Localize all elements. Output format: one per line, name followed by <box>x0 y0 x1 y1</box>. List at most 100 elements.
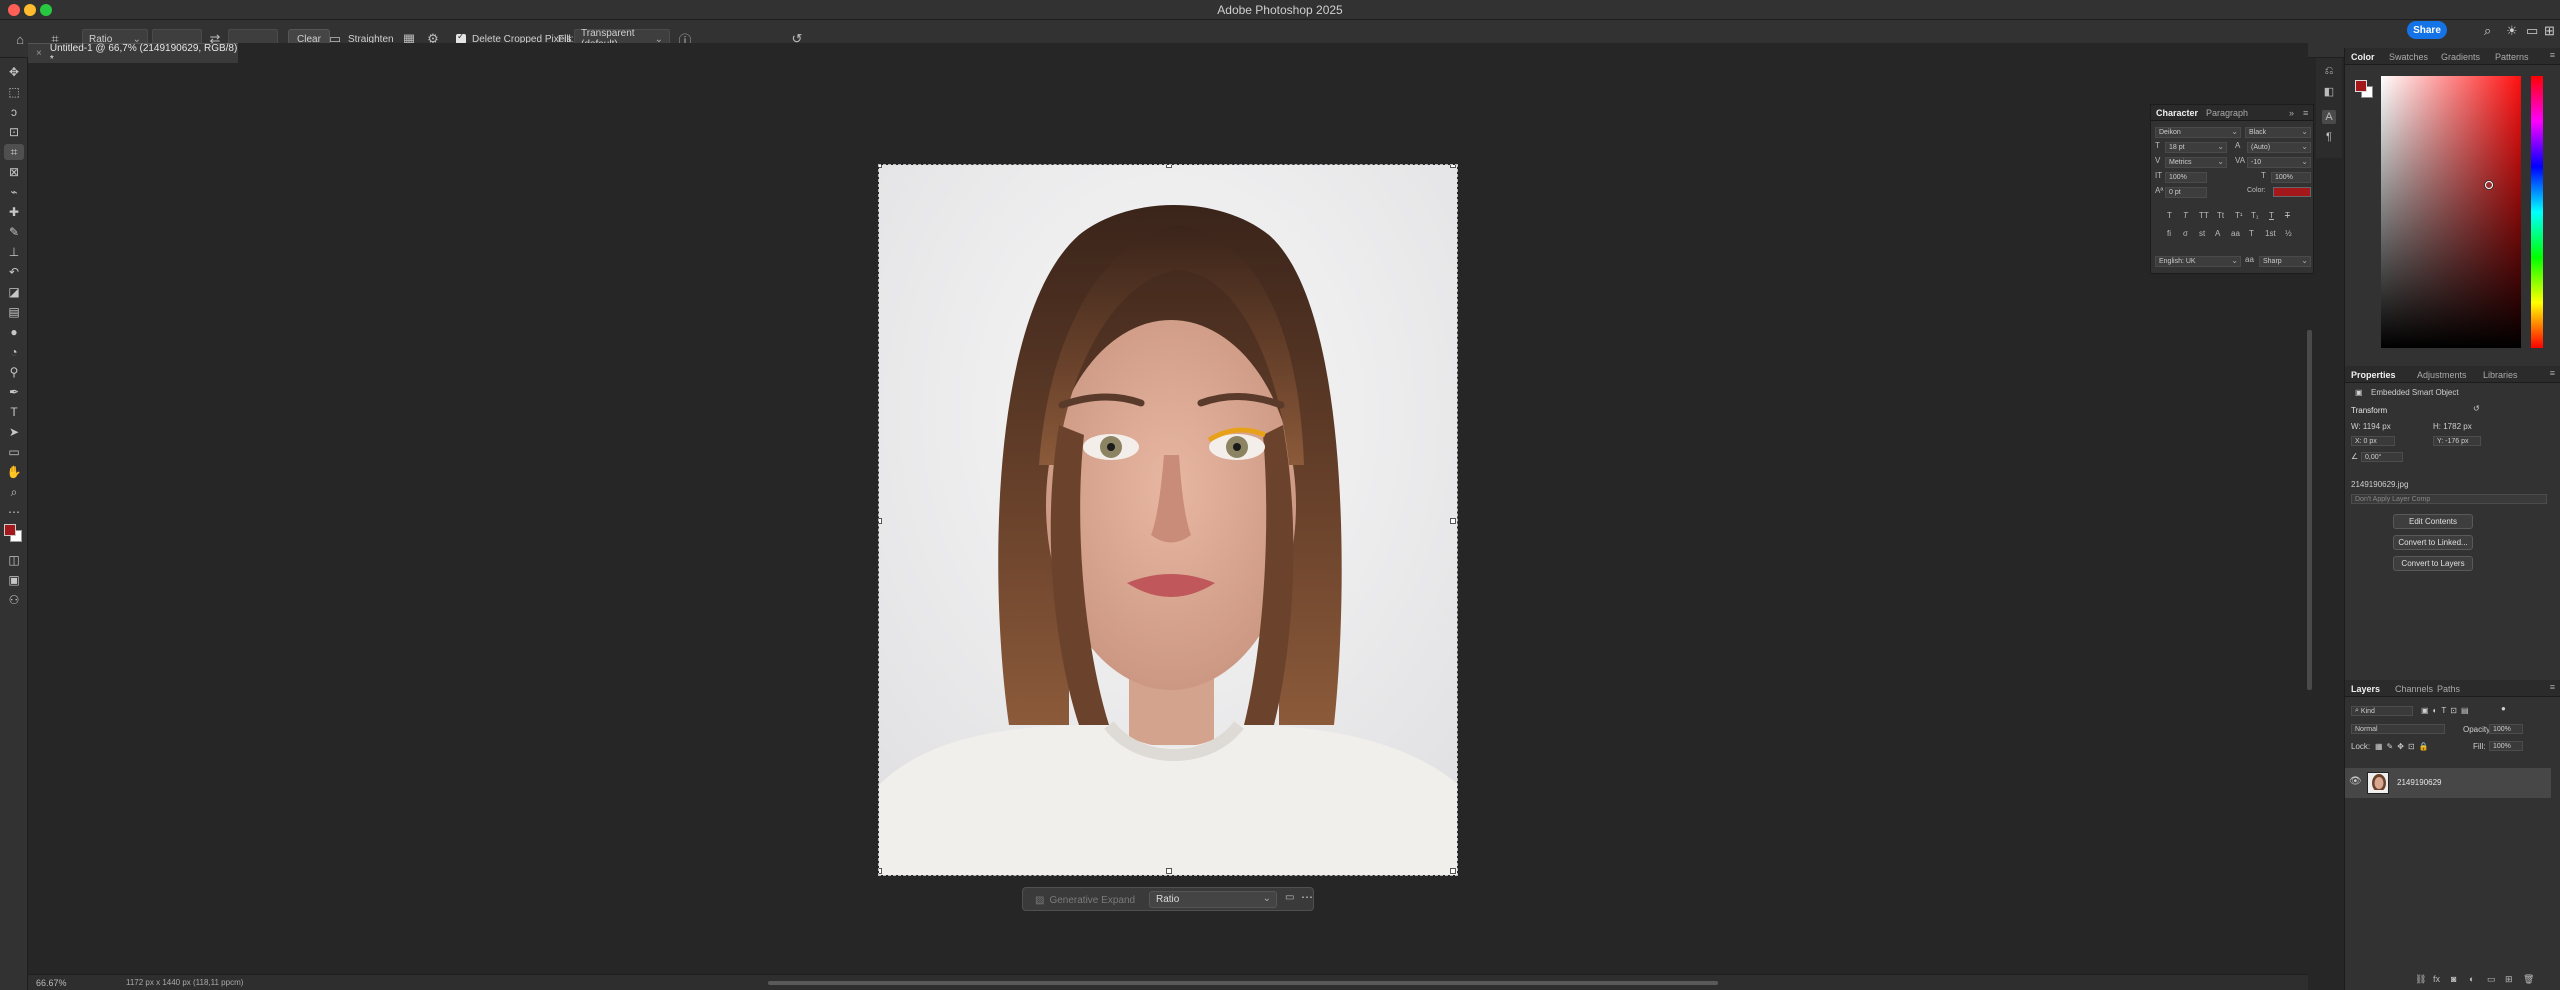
layers-panel-menu-icon[interactable]: ≡ <box>2550 682 2555 692</box>
move-tool-icon[interactable]: ✥ <box>4 64 24 80</box>
ordinals-icon[interactable]: 1st <box>2265 229 2276 238</box>
text-color-swatch[interactable] <box>2273 187 2311 197</box>
healing-brush-tool-icon[interactable]: ✚ <box>4 204 24 220</box>
baseline-shift-field[interactable]: 0 pt <box>2165 187 2207 198</box>
reset-transform-icon[interactable]: ↺ <box>2473 404 2480 413</box>
color-panel-menu-icon[interactable]: ≡ <box>2550 50 2555 60</box>
sponge-tool-icon[interactable]: ⚲ <box>4 364 24 380</box>
faux-italic-icon[interactable]: T <box>2183 211 2188 220</box>
share-button[interactable]: Share <box>2407 21 2447 39</box>
hand-tool-icon[interactable]: ✋ <box>4 464 24 480</box>
hue-slider[interactable] <box>2531 76 2543 348</box>
swash-icon[interactable]: A <box>2215 229 2220 238</box>
convert-to-layers-button[interactable]: Convert to Layers <box>2393 556 2473 571</box>
marquee-tool-icon[interactable]: ⬚ <box>4 84 24 100</box>
width-value[interactable]: W: 1194 px <box>2351 422 2391 431</box>
fill-field[interactable]: 100% <box>2489 741 2523 751</box>
crop-tool-icon[interactable]: ⌗ <box>4 144 24 160</box>
vertical-scrollbar[interactable] <box>2307 330 2312 690</box>
arrange-icon[interactable]: ⊞ <box>2544 23 2555 39</box>
clone-stamp-tool-icon[interactable]: ⊥ <box>4 244 24 260</box>
lock-options-icons[interactable]: ▦✎✥⊡🔒 <box>2375 742 2433 751</box>
layer-style-icon[interactable]: fx <box>2433 974 2440 984</box>
subscript-icon[interactable]: T₁ <box>2251 211 2259 220</box>
history-panel-icon[interactable]: ⎌ <box>2322 64 2336 78</box>
more-tools-icon[interactable]: ⋯ <box>4 504 24 520</box>
angle-field[interactable]: 0,00° <box>2361 452 2403 462</box>
adjustment-layer-icon[interactable]: ◐ <box>2469 974 2474 984</box>
edit-contents-button[interactable]: Edit Contents <box>2393 514 2473 529</box>
opacity-field[interactable]: 100% <box>2489 724 2523 734</box>
taskbar-ratio-dropdown[interactable]: Ratio <box>1149 891 1277 908</box>
document-info[interactable]: 1172 px x 1440 px (118,11 ppcm) <box>126 978 243 987</box>
search-icon[interactable]: ⌕ <box>2484 23 2491 39</box>
tab-paths[interactable]: Paths <box>2437 684 2460 694</box>
collapse-panel-icon[interactable]: » <box>2289 108 2294 118</box>
stylistic-alternates-icon[interactable]: aa <box>2231 229 2240 238</box>
eyedropper-tool-icon[interactable]: ⌁ <box>4 184 24 200</box>
generative-expand-button[interactable]: ▨ Generative Expand <box>1035 892 1165 908</box>
blur-tool-icon[interactable]: ● <box>4 324 24 340</box>
brush-tool-icon[interactable]: ✎ <box>4 224 24 240</box>
ligatures-icon[interactable]: fi <box>2167 229 2171 238</box>
crop-handle-top-right[interactable] <box>1450 165 1456 168</box>
discretionary-ligatures-icon[interactable]: st <box>2199 229 2205 238</box>
tab-channels[interactable]: Channels <box>2395 684 2433 694</box>
gradient-tool-icon[interactable]: ▤ <box>4 304 24 320</box>
kerning-field[interactable]: Metrics <box>2165 157 2227 168</box>
leading-field[interactable]: (Auto) <box>2247 142 2311 153</box>
more-options-icon[interactable]: ⋯ <box>1301 890 1313 904</box>
titling-alternates-icon[interactable]: T <box>2249 229 2254 238</box>
panel-menu-icon[interactable]: ≡ <box>2303 108 2308 118</box>
history-brush-tool-icon[interactable]: ↶ <box>4 264 24 280</box>
filter-toggle-icon[interactable]: ● <box>2501 704 2506 713</box>
y-position-field[interactable]: Y: -176 px <box>2433 436 2481 446</box>
tab-color[interactable]: Color <box>2351 52 2375 62</box>
crop-handle-top[interactable] <box>1166 165 1172 168</box>
color-picker-marker[interactable] <box>2485 181 2493 189</box>
strikethrough-icon[interactable]: T <box>2285 211 2290 220</box>
type-tool-icon[interactable]: T <box>4 404 24 420</box>
object-selection-tool-icon[interactable]: ⊡ <box>4 124 24 140</box>
language-dropdown[interactable]: English: UK <box>2155 256 2241 267</box>
tab-gradients[interactable]: Gradients <box>2441 52 2480 62</box>
screen-mode-icon[interactable]: ▣ <box>4 572 24 588</box>
zoom-tool-icon[interactable]: ⌕ <box>4 484 24 500</box>
lasso-tool-icon[interactable]: ↄ <box>4 104 24 120</box>
saturation-brightness-field[interactable] <box>2381 76 2521 348</box>
comments-panel-icon[interactable]: ◧ <box>2322 84 2336 98</box>
pen-tool-icon[interactable]: ✒ <box>4 384 24 400</box>
faux-bold-icon[interactable]: T <box>2167 211 2172 220</box>
tab-character[interactable]: Character <box>2156 108 2198 118</box>
frame-tool-icon[interactable]: ⊠ <box>4 164 24 180</box>
x-position-field[interactable]: X: 0 px <box>2351 436 2395 446</box>
rectangle-tool-icon[interactable]: ▭ <box>4 444 24 460</box>
quick-mask-icon[interactable]: ◫ <box>4 552 24 568</box>
tab-paragraph[interactable]: Paragraph <box>2206 108 2248 118</box>
paragraph-panel-icon[interactable]: ¶ <box>2322 130 2336 144</box>
superscript-icon[interactable]: T¹ <box>2235 211 2243 220</box>
tab-layers[interactable]: Layers <box>2351 684 2380 694</box>
character-panel-icon[interactable]: A <box>2322 110 2336 124</box>
delete-layer-icon[interactable]: 🗑 <box>2523 974 2534 985</box>
eraser-tool-icon[interactable]: ◪ <box>4 284 24 300</box>
discover-icon[interactable]: ☀ <box>2506 23 2518 39</box>
layer-name[interactable]: 2149190629 <box>2397 778 2442 787</box>
tab-patterns[interactable]: Patterns <box>2495 52 2529 62</box>
horizontal-scale-field[interactable]: 100% <box>2271 172 2311 183</box>
path-selection-tool-icon[interactable]: ➤ <box>4 424 24 440</box>
eye-icon[interactable]: 👁 <box>2349 776 2362 787</box>
blend-mode-dropdown[interactable]: Normal <box>2351 724 2445 734</box>
layer-filter-icons[interactable]: ▣◐T⊡▤ <box>2421 706 2473 715</box>
layer-thumbnail[interactable] <box>2367 772 2389 794</box>
crop-handle-left[interactable] <box>879 518 882 524</box>
document-canvas[interactable] <box>878 164 1458 876</box>
layer-filter-dropdown[interactable]: ⌕ Kind <box>2351 706 2413 716</box>
close-tab-icon[interactable]: × <box>36 48 42 59</box>
tab-swatches[interactable]: Swatches <box>2389 52 2428 62</box>
height-value[interactable]: H: 1782 px <box>2433 422 2472 431</box>
workspace-icon[interactable]: ▭ <box>2526 23 2538 39</box>
vertical-scale-field[interactable]: 100% <box>2165 172 2207 183</box>
home-icon[interactable]: ⌂ <box>12 29 28 49</box>
tracking-field[interactable]: -10 <box>2247 157 2311 168</box>
